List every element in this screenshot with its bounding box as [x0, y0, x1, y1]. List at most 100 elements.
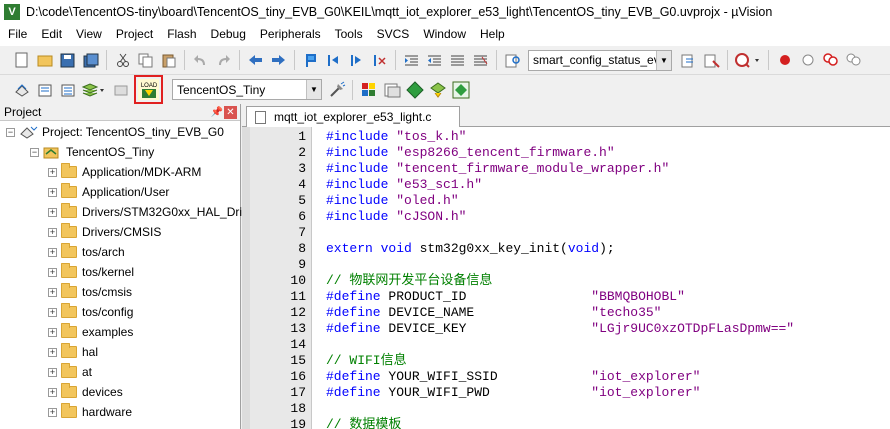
tree-group[interactable]: + tos/cmsis [48, 282, 132, 302]
tree-group[interactable]: + Application/MDK-ARM [48, 162, 201, 182]
menu-edit[interactable]: Edit [34, 24, 69, 45]
code-line[interactable]: 4 #include "e53_sc1.h" [242, 177, 890, 193]
tree-group[interactable]: + hal [48, 342, 98, 362]
code-line[interactable]: 5 #include "oled.h" [242, 193, 890, 209]
find-combo[interactable]: smart_config_status_even ▼ [528, 49, 672, 71]
expand-icon[interactable]: + [48, 167, 57, 177]
collapse-icon[interactable]: − [6, 127, 15, 137]
menu-help[interactable]: Help [473, 24, 512, 45]
tree-group[interactable]: + tos/config [48, 302, 133, 322]
cut-icon[interactable] [112, 50, 133, 71]
find-next-icon[interactable] [678, 50, 699, 71]
manage-project-items-icon[interactable] [358, 79, 379, 100]
expand-icon[interactable]: + [48, 227, 57, 237]
open-file-icon[interactable] [34, 50, 55, 71]
code-line[interactable]: 19 // 数据模板 [242, 417, 890, 429]
tree-group[interactable]: + hardware [48, 402, 132, 422]
expand-icon[interactable]: + [48, 367, 57, 377]
collapse-icon[interactable]: − [30, 147, 39, 157]
tree-group[interactable]: + tos/kernel [48, 262, 134, 282]
translate-icon[interactable] [11, 79, 32, 100]
expand-icon[interactable]: + [48, 387, 57, 397]
expand-icon[interactable]: + [48, 407, 57, 417]
expand-icon[interactable]: + [48, 327, 57, 337]
next-bookmark-icon[interactable] [346, 50, 367, 71]
select-packs-icon[interactable] [404, 79, 425, 100]
tree-group[interactable]: + at [48, 362, 92, 382]
code-line[interactable]: 12 #define DEVICE_NAME "techo35" [242, 305, 890, 321]
build-icon[interactable] [34, 79, 55, 100]
code-line[interactable]: 15 // WIFI信息 [242, 353, 890, 369]
tree-group[interactable]: + Drivers/CMSIS [48, 222, 161, 242]
prev-bookmark-icon[interactable] [323, 50, 344, 71]
clear-bookmarks-icon[interactable] [369, 50, 390, 71]
editor-tab[interactable]: mqtt_iot_explorer_e53_light.c [246, 106, 460, 127]
unindent-icon[interactable] [424, 50, 445, 71]
pack-installer-icon[interactable] [427, 79, 448, 100]
tree-group[interactable]: + examples [48, 322, 133, 342]
menu-tools[interactable]: Tools [328, 24, 370, 45]
code-line[interactable]: 3 #include "tencent_firmware_module_wrapp… [242, 161, 890, 177]
uncomment-icon[interactable] [470, 50, 491, 71]
code-line[interactable]: 6 #include "cJSON.h" [242, 209, 890, 225]
comment-icon[interactable] [447, 50, 468, 71]
expand-icon[interactable]: + [48, 207, 57, 217]
copy-icon[interactable] [135, 50, 156, 71]
code-line[interactable]: 8 extern void stm32g0xx_key_init(void); [242, 241, 890, 257]
menu-view[interactable]: View [69, 24, 109, 45]
tree-root[interactable]: − Project: TencentOS_tiny_EVB_G0 [6, 122, 224, 142]
incremental-find-icon[interactable] [701, 50, 722, 71]
menu-svcs[interactable]: SVCS [370, 24, 417, 45]
navigate-forward-icon[interactable] [268, 50, 289, 71]
code-line[interactable]: 11 #define PRODUCT_ID "BBMQBOHOBL" [242, 289, 890, 305]
menu-peripherals[interactable]: Peripherals [253, 24, 328, 45]
menu-window[interactable]: Window [416, 24, 473, 45]
code-line[interactable]: 17 #define YOUR_WIFI_PWD "iot_explorer" [242, 385, 890, 401]
menu-flash[interactable]: Flash [160, 24, 203, 45]
disable-breakpoint-icon[interactable] [797, 50, 818, 71]
expand-icon[interactable]: + [48, 287, 57, 297]
stop-build-icon[interactable] [110, 79, 131, 100]
menu-file[interactable]: File [0, 24, 34, 45]
save-all-icon[interactable] [80, 50, 101, 71]
expand-icon[interactable]: + [48, 267, 57, 277]
paste-icon[interactable] [158, 50, 179, 71]
new-file-icon[interactable] [11, 50, 32, 71]
tree-group[interactable]: + devices [48, 382, 123, 402]
debug-session-icon[interactable] [733, 50, 763, 71]
code-editor[interactable]: 1 #include "tos_k.h" 2 #include "esp8266_te… [242, 127, 890, 429]
code-line[interactable]: 18 [242, 401, 890, 417]
code-line[interactable]: 13 #define DEVICE_KEY "LGjr9UC0xzOTDpFLas… [242, 321, 890, 337]
kill-breakpoints-icon[interactable] [820, 50, 841, 71]
target-options-icon[interactable] [326, 79, 347, 100]
code-line[interactable]: 1 #include "tos_k.h" [242, 129, 890, 145]
pin-icon[interactable]: 📌 [210, 107, 224, 118]
menu-debug[interactable]: Debug [204, 24, 253, 45]
run-time-environment-icon[interactable] [450, 79, 471, 100]
code-line[interactable]: 16 #define YOUR_WIFI_SSID "iot_explorer" [242, 369, 890, 385]
indent-icon[interactable] [401, 50, 422, 71]
expand-icon[interactable]: + [48, 347, 57, 357]
expand-icon[interactable]: + [48, 187, 57, 197]
file-extensions-icon[interactable] [381, 79, 402, 100]
save-icon[interactable] [57, 50, 78, 71]
code-line[interactable]: 7 [242, 225, 890, 241]
code-line[interactable]: 9 [242, 257, 890, 273]
chevron-down-icon[interactable]: ▼ [656, 50, 671, 70]
menu-project[interactable]: Project [109, 24, 160, 45]
tree-target[interactable]: − TencentOS_Tiny [30, 142, 154, 162]
redo-icon[interactable] [213, 50, 234, 71]
tree-group[interactable]: + Application/User [48, 182, 169, 202]
expand-icon[interactable]: + [48, 307, 57, 317]
load-download-button[interactable]: LOAD [134, 75, 163, 104]
expand-icon[interactable]: + [48, 247, 57, 257]
target-select[interactable]: TencentOS_Tiny ▼ [172, 79, 322, 100]
undo-icon[interactable] [190, 50, 211, 71]
tree-group[interactable]: + Drivers/STM32G0xx_HAL_Dri [48, 202, 242, 222]
code-line[interactable]: 14 [242, 337, 890, 353]
navigate-back-icon[interactable] [245, 50, 266, 71]
breakpoint-icon[interactable] [774, 50, 795, 71]
close-icon[interactable]: ✕ [224, 105, 237, 119]
bookmark-icon[interactable] [300, 50, 321, 71]
code-line[interactable]: 2 #include "esp8266_tencent_firmware.h" [242, 145, 890, 161]
